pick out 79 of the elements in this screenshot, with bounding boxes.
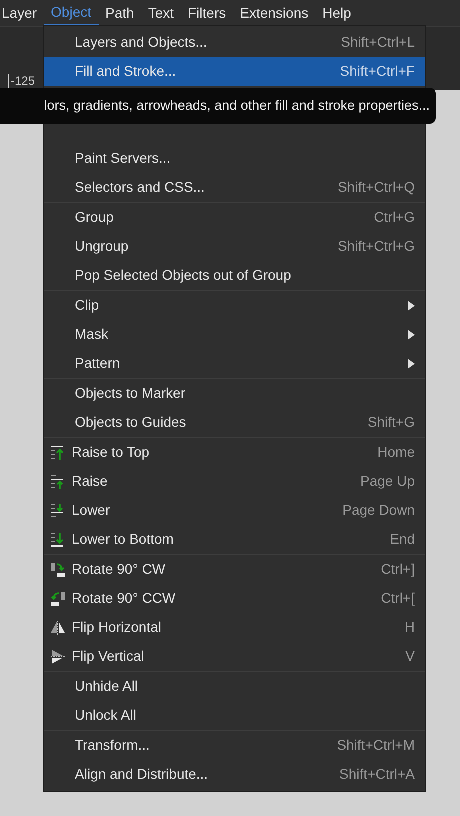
menu-item-label: Flip Horizontal xyxy=(72,618,162,637)
menu-item[interactable]: Pattern xyxy=(44,349,425,378)
tooltip-text: lors, gradients, arrowheads, and other fill and stroke properties... xyxy=(44,96,430,115)
menu-bar-item[interactable]: Help xyxy=(316,0,358,26)
menu-item[interactable]: Fill and Stroke... Shift+Ctrl+F xyxy=(44,57,425,86)
menu-item-label: Align and Distribute... xyxy=(75,765,208,784)
menu-bar-item[interactable]: Filters xyxy=(181,0,234,26)
menu-item-label: Pop Selected Objects out of Group xyxy=(75,266,292,285)
menu-item-label: Raise xyxy=(72,472,108,491)
raise-to-top-icon xyxy=(50,444,66,460)
menu-item-label: Objects to Guides xyxy=(75,413,186,432)
menu-bar-item[interactable]: Layer xyxy=(0,0,44,26)
menu-item-label: Paint Servers... xyxy=(75,149,171,168)
menu-item[interactable]: Ungroup Shift+Ctrl+G xyxy=(44,232,425,261)
menu-item[interactable]: Rotate 90° CW Ctrl+] xyxy=(44,555,425,584)
menu-item-label: Group xyxy=(75,208,114,227)
menu-item[interactable]: Paint Servers... xyxy=(44,144,425,173)
menu-item-label: Objects to Marker xyxy=(75,384,186,403)
shortcut-label: Shift+Ctrl+M xyxy=(337,736,415,755)
menu-item[interactable]: Flip Horizontal H xyxy=(44,613,425,642)
menu-item[interactable]: Layers and Objects... Shift+Ctrl+L xyxy=(44,28,425,57)
shortcut-label: Page Up xyxy=(360,472,415,491)
menu-item-label: Rotate 90° CCW xyxy=(72,589,176,608)
menu-item[interactable]: Unhide All xyxy=(44,672,425,701)
menu-item-label: Unlock All xyxy=(75,706,136,725)
shortcut-label: Ctrl+G xyxy=(374,208,415,227)
menu-bar-item[interactable]: Text xyxy=(141,0,181,26)
lower-to-bottom-icon xyxy=(50,532,66,548)
menu-item[interactable]: Group Ctrl+G xyxy=(44,203,425,232)
menu-item[interactable]: Objects to Marker xyxy=(44,379,425,408)
shortcut-label: Page Down xyxy=(342,501,415,520)
shortcut-label: Shift+Ctrl+L xyxy=(341,33,415,52)
menu-item-label: Unhide All xyxy=(75,677,138,696)
menu-item[interactable]: Selectors and CSS... Shift+Ctrl+Q xyxy=(44,173,425,202)
shortcut-label: Shift+G xyxy=(368,413,415,432)
menu-item[interactable]: Lower Page Down xyxy=(44,496,425,525)
shortcut-label: Ctrl+[ xyxy=(381,589,415,608)
shortcut-label: Shift+Ctrl+Q xyxy=(338,178,415,197)
menu-bar-item[interactable]: Path xyxy=(98,0,142,26)
menu-item[interactable]: Objects to Guides Shift+G xyxy=(44,408,425,437)
shortcut-label: Home xyxy=(378,443,415,462)
rotate-counterclockwise-icon xyxy=(50,590,66,606)
menu-item[interactable]: Unlock All xyxy=(44,701,425,730)
menu-item-label: Raise to Top xyxy=(72,443,150,462)
shortcut-label: Shift+Ctrl+G xyxy=(338,237,415,256)
shortcut-label: H xyxy=(404,618,415,637)
menu-item[interactable]: Clip xyxy=(44,291,425,320)
menu-item-label: Selectors and CSS... xyxy=(75,178,205,197)
shortcut-label: End xyxy=(390,530,415,549)
menu-item-label: Ungroup xyxy=(75,237,129,256)
flip-horizontal-icon xyxy=(50,620,66,636)
menu-item-label: Rotate 90° CW xyxy=(72,560,166,579)
menu-item[interactable]: Raise to Top Home xyxy=(44,438,425,467)
menu-item[interactable]: Lower to Bottom End xyxy=(44,525,425,554)
menu-item-label: Lower xyxy=(72,501,110,520)
raise-icon xyxy=(50,474,66,490)
menu-item-label: Mask xyxy=(75,325,108,344)
shortcut-label: V xyxy=(406,647,415,666)
menu-bar-item[interactable]: Extensions xyxy=(233,0,316,26)
menu-item-label: Pattern xyxy=(75,354,120,373)
menu-item[interactable]: Pop Selected Objects out of Group xyxy=(44,261,425,290)
flip-vertical-icon xyxy=(50,648,66,664)
menu-item[interactable]: Transform... Shift+Ctrl+M xyxy=(44,731,425,760)
menu-item-label: Flip Vertical xyxy=(72,647,144,666)
menu-item[interactable]: Flip Vertical V xyxy=(44,642,425,671)
menu-item[interactable]: Mask xyxy=(44,320,425,349)
menu-item-label: Transform... xyxy=(75,736,150,755)
menu-item-label: Fill and Stroke... xyxy=(75,62,176,81)
menu-item-label: Clip xyxy=(75,296,100,315)
menu-item-label: Lower to Bottom xyxy=(72,530,174,549)
menu-item-label: Layers and Objects... xyxy=(75,33,208,52)
lower-icon xyxy=(50,502,66,518)
shortcut-label: Shift+Ctrl+A xyxy=(340,765,415,784)
menu-item[interactable]: Rotate 90° CCW Ctrl+[ xyxy=(44,584,425,613)
rotate-clockwise-icon xyxy=(50,562,66,578)
menu-item[interactable]: Align and Distribute... Shift+Ctrl+A xyxy=(44,760,425,789)
shortcut-label: Ctrl+] xyxy=(381,560,415,579)
shortcut-label: Shift+Ctrl+F xyxy=(340,62,415,81)
menu-item[interactable]: Raise Page Up xyxy=(44,467,425,496)
